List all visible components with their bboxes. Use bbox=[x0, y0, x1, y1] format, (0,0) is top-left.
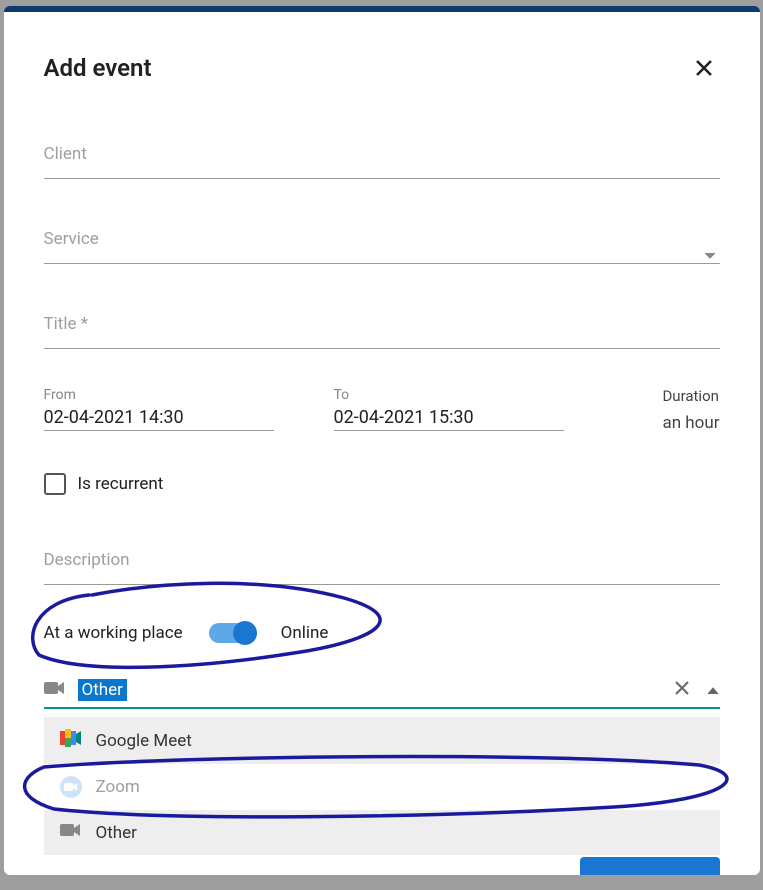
service-label: Service bbox=[44, 229, 720, 249]
online-toggle[interactable] bbox=[209, 623, 255, 643]
camcorder-icon bbox=[60, 822, 82, 843]
description-input[interactable] bbox=[44, 584, 720, 585]
date-row: From 02-04-2021 14:30 To 02-04-2021 15:3… bbox=[44, 387, 720, 433]
service-input[interactable] bbox=[44, 263, 720, 264]
toggle-knob bbox=[233, 621, 257, 645]
modal-title: Add event bbox=[44, 54, 152, 82]
duration-display: Duration an hour bbox=[662, 387, 719, 433]
dropdown-item-google-meet[interactable]: Google Meet bbox=[44, 717, 720, 764]
dropdown-item-other[interactable]: Other bbox=[44, 810, 720, 855]
dropdown-item-label: Zoom bbox=[96, 777, 140, 797]
video-selected-value: Other bbox=[78, 679, 127, 701]
google-meet-icon bbox=[60, 729, 82, 752]
recurrent-label: Is recurrent bbox=[78, 474, 164, 494]
clear-icon[interactable] bbox=[674, 680, 690, 700]
video-provider-select: Other Google Meet Zoom bbox=[44, 673, 720, 855]
zoom-icon bbox=[60, 776, 82, 798]
recurrent-row: Is recurrent bbox=[44, 473, 720, 495]
video-select-input[interactable]: Other bbox=[44, 673, 720, 709]
title-input[interactable] bbox=[44, 348, 720, 349]
chevron-down-icon bbox=[704, 245, 716, 264]
submit-button-partial[interactable] bbox=[580, 857, 720, 875]
video-actions bbox=[674, 680, 720, 700]
to-label: To bbox=[334, 387, 564, 403]
title-field[interactable]: Title * bbox=[44, 314, 720, 357]
client-field[interactable]: Client bbox=[44, 144, 720, 187]
close-icon bbox=[692, 56, 716, 80]
from-date-field[interactable]: From 02-04-2021 14:30 bbox=[44, 387, 274, 431]
duration-label: Duration bbox=[662, 387, 719, 405]
duration-value: an hour bbox=[662, 413, 719, 433]
add-event-modal: Add event Client Service Title * From 02… bbox=[4, 6, 760, 875]
description-field[interactable]: Description bbox=[44, 550, 720, 593]
close-button[interactable] bbox=[688, 52, 720, 84]
chevron-up-icon[interactable] bbox=[706, 681, 720, 700]
dropdown-item-label: Other bbox=[96, 823, 137, 843]
to-value[interactable]: 02-04-2021 15:30 bbox=[334, 407, 564, 431]
modal-header: Add event bbox=[44, 52, 720, 84]
from-label: From bbox=[44, 387, 274, 403]
working-place-label: At a working place bbox=[44, 623, 183, 643]
client-input[interactable] bbox=[44, 178, 720, 179]
dropdown-item-label: Google Meet bbox=[96, 731, 192, 751]
description-label: Description bbox=[44, 550, 720, 570]
dropdown-item-zoom[interactable]: Zoom bbox=[44, 764, 720, 810]
from-value[interactable]: 02-04-2021 14:30 bbox=[44, 407, 274, 431]
client-label: Client bbox=[44, 144, 720, 164]
title-label: Title * bbox=[44, 314, 720, 334]
service-field[interactable]: Service bbox=[44, 229, 720, 272]
recurrent-checkbox[interactable] bbox=[44, 473, 66, 495]
to-date-field[interactable]: To 02-04-2021 15:30 bbox=[334, 387, 564, 431]
video-dropdown-list: Google Meet Zoom Other bbox=[44, 717, 720, 855]
camcorder-icon bbox=[44, 680, 66, 700]
location-toggle-row: At a working place Online bbox=[44, 623, 720, 643]
online-label: Online bbox=[281, 623, 329, 643]
